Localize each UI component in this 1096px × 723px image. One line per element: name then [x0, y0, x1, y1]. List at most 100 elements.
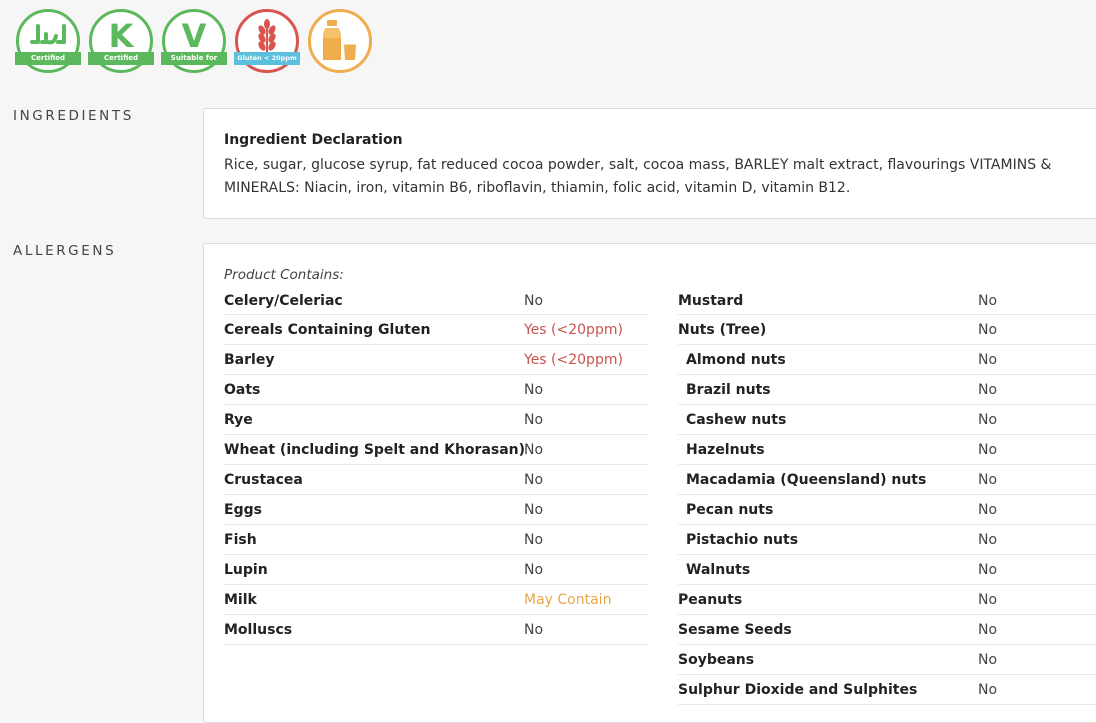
- allergen-list-right: Mustard No Nuts (Tree) No Almond nuts No Br…: [678, 286, 1096, 705]
- allergen-row: Lupin No: [224, 555, 648, 585]
- allergen-value: No: [524, 472, 544, 488]
- allergen-row: Pecan nuts No: [678, 495, 1096, 525]
- ingredient-declaration-text: Rice, sugar, glucose syrup, fat reduced …: [224, 157, 1052, 196]
- allergen-value: No: [978, 442, 998, 458]
- allergen-row: Celery/Celeriac No: [224, 286, 648, 315]
- allergen-name: Oats: [224, 382, 261, 398]
- vegetarian-ribbon: Suitable for: [161, 52, 227, 65]
- allergen-value: No: [524, 562, 544, 578]
- halal-badge: Certified: [15, 9, 81, 73]
- allergen-value: No: [524, 412, 544, 428]
- allergen-value: No: [524, 293, 544, 309]
- allergen-row: Barley Yes (<20ppm): [224, 345, 648, 375]
- allergen-value: Yes (<20ppm): [524, 352, 623, 368]
- allergen-name: Barley: [224, 352, 275, 368]
- allergens-card: Product Contains: Celery/Celeriac No Cere…: [203, 243, 1096, 723]
- allergen-row: Soybeans No: [678, 645, 1096, 675]
- allergen-row: Crustacea No: [224, 465, 648, 495]
- allergen-value: No: [978, 652, 998, 668]
- allergen-name: Sulphur Dioxide and Sulphites: [678, 682, 918, 698]
- wheat-icon: [238, 18, 296, 54]
- allergen-row: Hazelnuts No: [678, 435, 1096, 465]
- allergen-row: Molluscs No: [224, 615, 648, 645]
- allergen-row: Walnuts No: [678, 555, 1096, 585]
- allergen-name: Sesame Seeds: [678, 622, 792, 638]
- allergen-row: Peanuts No: [678, 585, 1096, 615]
- allergen-name: Brazil nuts: [686, 382, 771, 398]
- halal-icon: [19, 22, 77, 48]
- allergen-row: Milk May Contain: [224, 585, 648, 615]
- allergen-value: No: [524, 442, 544, 458]
- allergen-name: Nuts (Tree): [678, 322, 767, 338]
- allergen-value: No: [978, 472, 998, 488]
- allergen-name: Almond nuts: [686, 352, 786, 368]
- allergen-name: Cereals Containing Gluten: [224, 322, 431, 338]
- allergen-name: Rye: [224, 412, 253, 428]
- allergen-row: Sesame Seeds No: [678, 615, 1096, 645]
- allergen-value: No: [978, 322, 998, 338]
- allergen-row: Sulphur Dioxide and Sulphites No: [678, 675, 1096, 705]
- kosher-ribbon: Certified: [88, 52, 154, 65]
- allergen-value: No: [524, 502, 544, 518]
- allergen-row: Rye No: [224, 405, 648, 435]
- allergen-row: Eggs No: [224, 495, 648, 525]
- allergen-row: Macadamia (Queensland) nuts No: [678, 465, 1096, 495]
- allergen-name: Lupin: [224, 562, 268, 578]
- allergen-value: No: [524, 532, 544, 548]
- milk-badge: [308, 9, 372, 73]
- allergen-name: Molluscs: [224, 622, 293, 638]
- allergen-row: Nuts (Tree) No: [678, 315, 1096, 345]
- allergen-value: No: [978, 592, 998, 608]
- gluten-badge: Gluten < 20ppm: [234, 9, 300, 73]
- allergen-value: No: [978, 622, 998, 638]
- allergen-row: Cereals Containing Gluten Yes (<20ppm): [224, 315, 648, 345]
- allergen-value: No: [978, 532, 998, 548]
- kosher-icon: K: [108, 17, 134, 55]
- allergen-name: Eggs: [224, 502, 262, 518]
- vegetarian-badge: V Suitable for: [161, 9, 227, 73]
- allergen-row: Oats No: [224, 375, 648, 405]
- allergen-row: Pistachio nuts No: [678, 525, 1096, 555]
- allergen-value: No: [524, 622, 544, 638]
- allergen-name: Cashew nuts: [686, 412, 787, 428]
- allergen-row: Almond nuts No: [678, 345, 1096, 375]
- allergen-name: Crustacea: [224, 472, 303, 488]
- certification-badges: Certified K Certified V Suitable for Glu…: [15, 9, 372, 73]
- ingredients-heading: INGREDIENTS: [13, 108, 134, 124]
- allergen-name: Mustard: [678, 293, 744, 309]
- halal-ribbon: Certified: [15, 52, 81, 65]
- allergen-value: No: [524, 382, 544, 398]
- vegetarian-icon: V: [181, 17, 207, 55]
- allergen-name: Soybeans: [678, 652, 755, 668]
- ingredients-card: Ingredient Declaration Rice, sugar, gluc…: [203, 108, 1096, 219]
- allergen-value: No: [978, 293, 998, 309]
- allergen-name: Hazelnuts: [686, 442, 765, 458]
- allergen-name: Peanuts: [678, 592, 743, 608]
- allergen-name: Milk: [224, 592, 257, 608]
- allergen-value: No: [978, 382, 998, 398]
- allergen-value: No: [978, 352, 998, 368]
- allergen-row: Mustard No: [678, 286, 1096, 315]
- allergen-row: Fish No: [224, 525, 648, 555]
- allergen-value: No: [978, 562, 998, 578]
- allergen-row: Brazil nuts No: [678, 375, 1096, 405]
- allergen-value: Yes (<20ppm): [524, 322, 623, 338]
- kosher-badge: K Certified: [88, 9, 154, 73]
- allergen-row: Wheat (including Spelt and Khorasan) No: [224, 435, 648, 465]
- allergen-value: May Contain: [524, 592, 612, 608]
- product-contains-label: Product Contains:: [224, 267, 344, 283]
- allergen-row: Cashew nuts No: [678, 405, 1096, 435]
- allergen-name: Fish: [224, 532, 257, 548]
- allergen-value: No: [978, 502, 998, 518]
- ingredient-declaration-title: Ingredient Declaration: [224, 132, 403, 148]
- allergen-name: Walnuts: [686, 562, 751, 578]
- milk-icon: [311, 18, 369, 62]
- allergen-list-left: Celery/Celeriac No Cereals Containing Glu…: [224, 286, 648, 645]
- allergen-name: Celery/Celeriac: [224, 293, 343, 309]
- allergen-name: Macadamia (Queensland) nuts: [686, 472, 927, 488]
- allergen-name: Wheat (including Spelt and Khorasan): [224, 442, 526, 458]
- allergen-name: Pistachio nuts: [686, 532, 799, 548]
- allergens-heading: ALLERGENS: [13, 243, 117, 259]
- allergen-name: Pecan nuts: [686, 502, 774, 518]
- allergen-value: No: [978, 412, 998, 428]
